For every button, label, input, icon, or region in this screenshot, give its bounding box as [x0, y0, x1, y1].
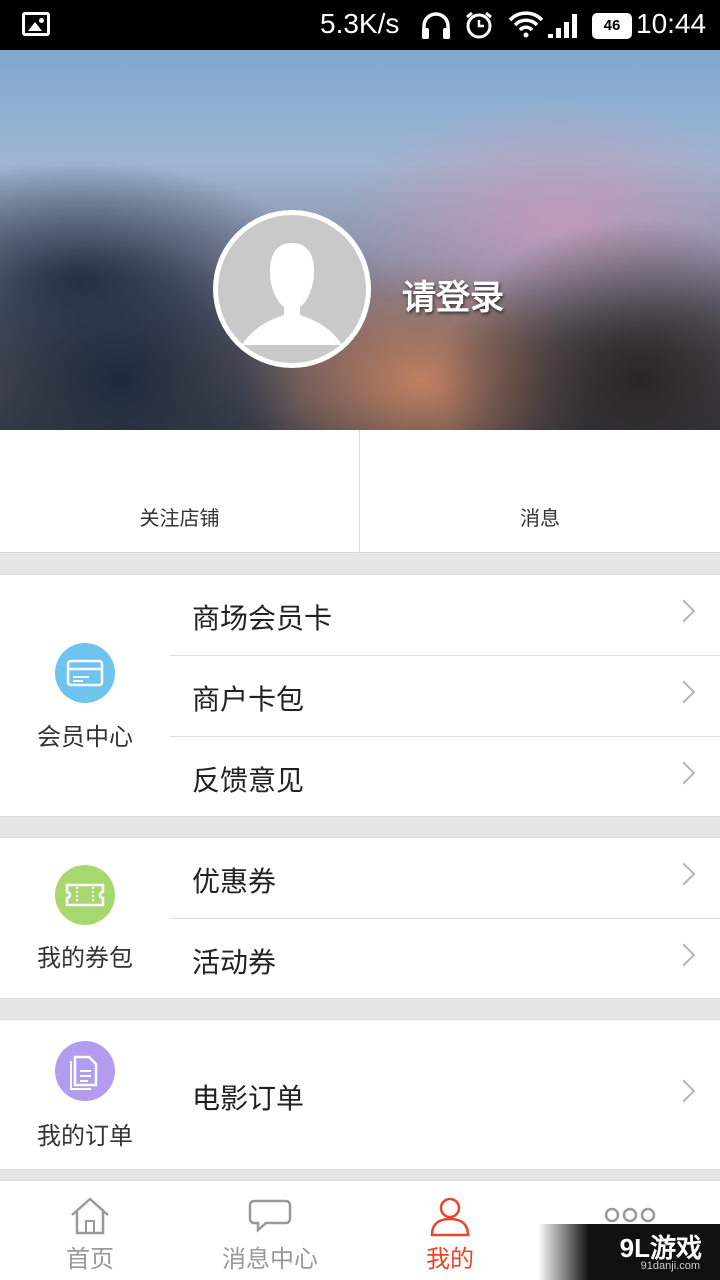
status-bar: 5.3K/s 46 10:44	[0, 0, 720, 50]
member-center-title: 会员中心	[37, 723, 133, 751]
watermark-url: 91danji.com	[640, 1260, 700, 1272]
list-item-label: 反馈意见	[192, 764, 305, 797]
watermark-logo: 9L游戏 91danji.com	[538, 1224, 720, 1280]
messages-button[interactable]: 消息	[360, 430, 720, 553]
headphone-icon	[422, 12, 450, 39]
follow-shops-button[interactable]: 关注店铺	[0, 430, 360, 553]
stats-row: 关注店铺 消息	[0, 430, 720, 553]
list-item-mall-member-card[interactable]: 商场会员卡	[170, 575, 720, 656]
user-icon	[430, 1197, 470, 1237]
follow-shops-label: 关注店铺	[139, 506, 220, 530]
my-orders-section: 我的订单 电影订单	[0, 1019, 720, 1170]
chevron-right-icon	[672, 761, 696, 785]
list-item-label: 活动券	[192, 946, 277, 979]
card-icon	[55, 643, 115, 703]
list-item-merchant-card-wallet[interactable]: 商户卡包	[170, 656, 720, 737]
wifi-icon	[508, 11, 544, 38]
list-item-label: 商户卡包	[192, 683, 305, 716]
bottom-nav: 首页 消息中心 我的 9L游戏 91danji.com	[0, 1180, 720, 1280]
tab-mine-label: 我的	[426, 1245, 474, 1273]
coupon-wallet-title: 我的券包	[37, 944, 133, 972]
tab-home[interactable]: 首页	[0, 1181, 180, 1280]
list-item-event-coupons[interactable]: 活动券	[170, 919, 720, 1000]
my-orders-header: 我的订单	[0, 1020, 170, 1169]
list-item-label: 电影订单	[192, 1082, 305, 1115]
my-orders-title: 我的订单	[37, 1122, 133, 1150]
network-speed: 5.3K/s	[320, 8, 400, 39]
chevron-right-icon	[672, 599, 696, 623]
battery-icon: 46	[592, 13, 632, 39]
document-icon	[55, 1041, 115, 1101]
member-center-section: 会员中心 商场会员卡 商户卡包 反馈意见	[0, 574, 720, 817]
list-item-label: 商场会员卡	[192, 602, 333, 635]
default-user-icon	[242, 243, 342, 345]
coupon-wallet-section: 我的券包 优惠券 活动券	[0, 837, 720, 999]
coupon-wallet-header: 我的券包	[0, 838, 170, 998]
home-icon	[71, 1197, 109, 1235]
avatar[interactable]	[213, 210, 371, 368]
list-item-label: 优惠券	[192, 865, 277, 898]
gallery-notification-icon	[22, 12, 50, 36]
chevron-right-icon	[672, 1079, 696, 1103]
signal-icon	[548, 14, 577, 38]
tab-home-label: 首页	[66, 1245, 114, 1273]
tab-message-center-label: 消息中心	[222, 1245, 318, 1273]
alarm-icon	[466, 11, 492, 39]
list-item-movie-orders[interactable]: 电影订单	[170, 1055, 720, 1136]
member-center-header: 会员中心	[0, 575, 170, 816]
list-item-feedback[interactable]: 反馈意见	[170, 737, 720, 818]
chat-icon	[248, 1199, 292, 1233]
chevron-right-icon	[672, 943, 696, 967]
profile-header: 请登录	[0, 50, 720, 430]
chevron-right-icon	[672, 680, 696, 704]
clock: 10:44	[636, 8, 707, 39]
list-item-discount-coupons[interactable]: 优惠券	[170, 838, 720, 919]
messages-label: 消息	[520, 506, 560, 530]
login-link[interactable]: 请登录	[402, 270, 504, 319]
ticket-icon	[55, 865, 115, 925]
chevron-right-icon	[672, 862, 696, 886]
tab-mine[interactable]: 我的	[360, 1181, 540, 1280]
tab-message-center[interactable]: 消息中心	[180, 1181, 360, 1280]
